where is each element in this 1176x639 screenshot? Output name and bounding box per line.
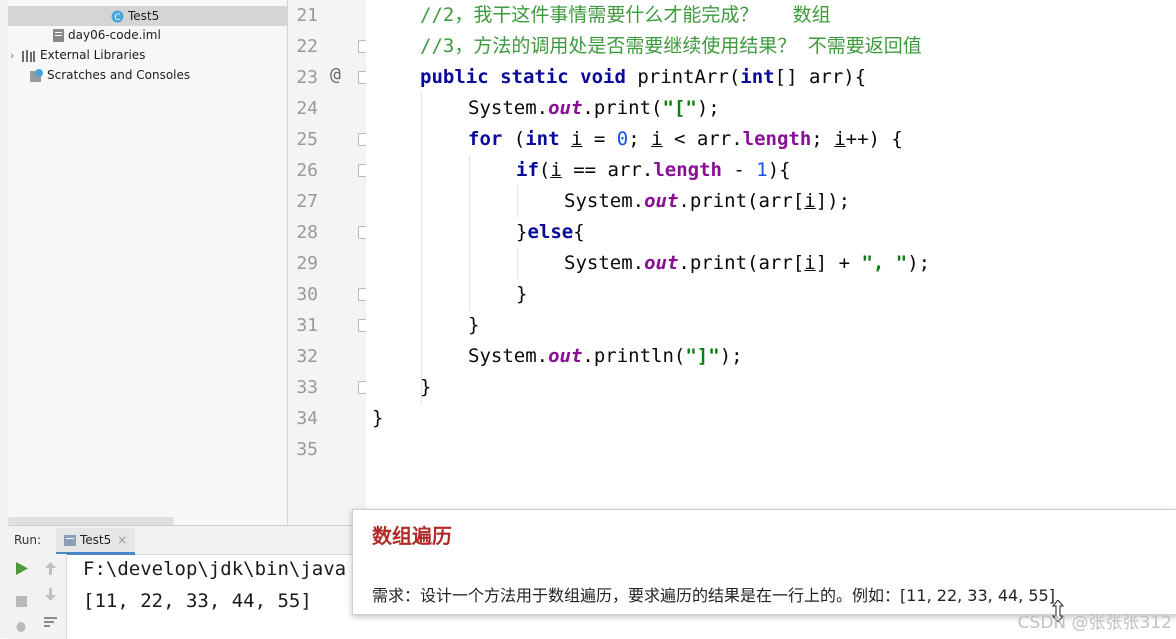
console-line: F:\develop\jdk\bin\java (83, 558, 347, 580)
code-line-23: public static void printArr(int[] arr){ (420, 66, 867, 88)
debug-bug-icon[interactable] (14, 620, 28, 632)
code-line-34: } (372, 407, 384, 429)
indent-guide (421, 93, 422, 403)
code-line-21: //2，我干这件事情需要什么才能完成？ 数组 (420, 4, 831, 26)
line-number: 32 (296, 346, 318, 367)
console-tab-icon (64, 535, 76, 546)
java-class-icon: C (111, 10, 124, 23)
line-number: 28 (296, 222, 318, 243)
run-play-icon[interactable] (16, 562, 28, 575)
run-label: Run: (14, 533, 42, 547)
indent-guide (517, 248, 518, 279)
code-editor[interactable]: //2，我干这件事情需要什么才能完成？ 数组 //3，方法的调用处是否需要继续使… (366, 0, 1176, 525)
code-line-31: } (468, 314, 480, 336)
library-icon (22, 49, 35, 62)
line-number: 31 (296, 315, 318, 336)
svg-text:C: C (114, 13, 120, 23)
code-line-30: } (516, 283, 528, 305)
soft-wrap-icon[interactable] (44, 616, 57, 628)
close-tab-icon[interactable]: × (117, 533, 127, 547)
run-tab-label: Test5 (80, 533, 112, 547)
scroll-up-icon[interactable] (45, 562, 56, 575)
code-line-27: System.out.print(arr[i]); (564, 190, 851, 212)
tree-item-test5[interactable]: C Test5 (8, 6, 287, 26)
tree-item-label: Scratches and Consoles (47, 68, 191, 82)
indent-guide (469, 155, 470, 310)
line-number: 30 (296, 284, 318, 305)
chevron-right-icon[interactable]: › (10, 46, 22, 66)
iml-file-icon (53, 29, 64, 42)
code-line-33: } (420, 376, 432, 398)
line-number: 26 (296, 160, 318, 181)
run-tab-test5[interactable]: Test5 × (56, 528, 136, 555)
line-number: 23 (296, 67, 318, 88)
tree-item-label: External Libraries (40, 48, 146, 62)
code-line-29: System.out.print(arr[i] + ", "); (564, 252, 931, 274)
tree-item-iml[interactable]: day06-code.iml (53, 25, 161, 45)
code-line-25: for (int i = 0; i < arr.length; i++) { (468, 128, 903, 150)
line-number: 24 (296, 98, 318, 119)
line-number: 22 (296, 36, 318, 57)
override-annotation-icon[interactable]: @ (330, 64, 341, 85)
line-number: 35 (296, 439, 318, 460)
project-tree-panel: C Test5 day06-code.iml › External Librarie… (8, 0, 288, 525)
tree-item-label: day06-code.iml (68, 28, 161, 42)
scratches-icon (30, 69, 43, 82)
line-number: 27 (296, 191, 318, 212)
watermark: CSDN @张张张312 (1017, 613, 1172, 633)
card-title: 数组遍历 (372, 524, 452, 548)
line-number: 29 (296, 253, 318, 274)
stop-icon[interactable] (16, 596, 27, 607)
horizontal-scrollbar[interactable] (8, 517, 174, 525)
tree-item-label: Test5 (128, 9, 160, 23)
tree-item-external-libraries[interactable]: › External Libraries (10, 45, 145, 65)
code-line-26: if(i == arr.length - 1){ (516, 159, 791, 181)
indent-guide (517, 186, 518, 217)
code-line-28: }else{ (516, 221, 585, 243)
code-line-22: //3，方法的调用处是否需要继续使用结果？ 不需要返回值 (420, 35, 922, 57)
tree-item-scratches[interactable]: Scratches and Consoles (30, 65, 190, 85)
line-number: 33 (296, 377, 318, 398)
console-line: [11, 22, 33, 44, 55] (83, 590, 312, 612)
line-number: 34 (296, 408, 318, 429)
code-line-32: System.out.println("]"); (468, 345, 743, 367)
editor-gutter: 21 22 23 24 25 26 27 28 29 30 31 32 33 3… (288, 0, 370, 525)
code-line-24: System.out.print("["); (468, 97, 720, 119)
card-body: 需求：设计一个方法用于数组遍历，要求遍历的结果是在一行上的。例如：[11, 22… (372, 586, 1055, 605)
line-number: 25 (296, 129, 318, 150)
line-number: 21 (296, 5, 318, 26)
scroll-down-icon[interactable] (45, 588, 56, 601)
run-toolbar (8, 554, 67, 639)
